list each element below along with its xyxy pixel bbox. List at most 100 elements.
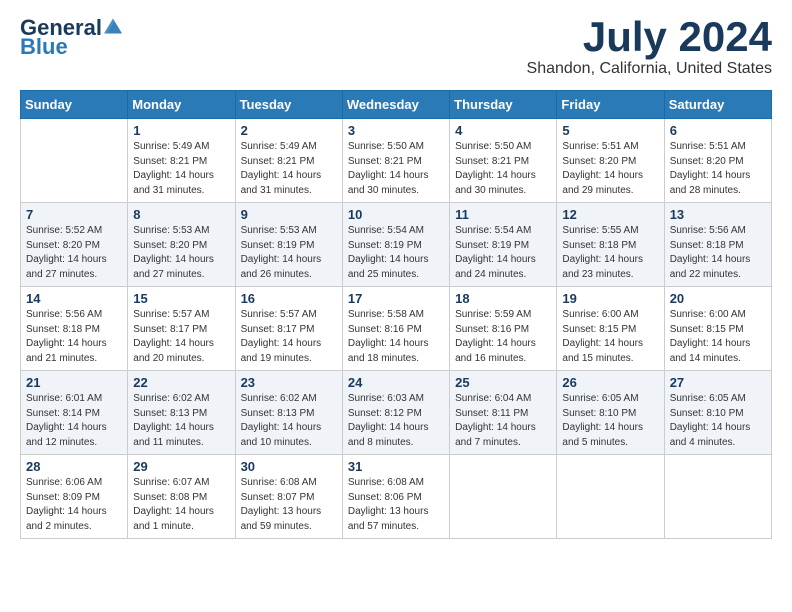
- day-number: 2: [241, 123, 337, 138]
- day-number: 25: [455, 375, 551, 390]
- day-info: Sunrise: 6:02 AM Sunset: 8:13 PM Dayligh…: [133, 392, 229, 450]
- day-info: Sunrise: 6:03 AM Sunset: 8:12 PM Dayligh…: [348, 392, 444, 450]
- calendar-cell: 2 Sunrise: 5:49 AM Sunset: 8:21 PM Daylig…: [235, 119, 342, 203]
- day-info: Sunrise: 6:07 AM Sunset: 8:08 PM Dayligh…: [133, 476, 229, 534]
- calendar-cell: 14 Sunrise: 5:56 AM Sunset: 8:18 PM Dayli…: [21, 287, 128, 371]
- weekday-header-sunday: Sunday: [21, 91, 128, 119]
- weekday-header-monday: Monday: [128, 91, 235, 119]
- day-info: Sunrise: 6:06 AM Sunset: 8:09 PM Dayligh…: [26, 476, 122, 534]
- day-info: Sunrise: 5:59 AM Sunset: 8:16 PM Dayligh…: [455, 308, 551, 366]
- calendar-cell: 15 Sunrise: 5:57 AM Sunset: 8:17 PM Dayli…: [128, 287, 235, 371]
- calendar-cell: 21 Sunrise: 6:01 AM Sunset: 8:14 PM Dayli…: [21, 371, 128, 455]
- calendar-cell: 18 Sunrise: 5:59 AM Sunset: 8:16 PM Dayli…: [450, 287, 557, 371]
- calendar-cell: 28 Sunrise: 6:06 AM Sunset: 8:09 PM Dayli…: [21, 455, 128, 539]
- day-info: Sunrise: 6:08 AM Sunset: 8:07 PM Dayligh…: [241, 476, 337, 534]
- day-number: 1: [133, 123, 229, 138]
- calendar-cell: 13 Sunrise: 5:56 AM Sunset: 8:18 PM Dayli…: [664, 203, 771, 287]
- day-number: 9: [241, 207, 337, 222]
- calendar-table: SundayMondayTuesdayWednesdayThursdayFrid…: [20, 90, 772, 539]
- day-info: Sunrise: 6:02 AM Sunset: 8:13 PM Dayligh…: [241, 392, 337, 450]
- calendar-cell: 22 Sunrise: 6:02 AM Sunset: 8:13 PM Dayli…: [128, 371, 235, 455]
- day-info: Sunrise: 6:05 AM Sunset: 8:10 PM Dayligh…: [562, 392, 658, 450]
- calendar-cell: 30 Sunrise: 6:08 AM Sunset: 8:07 PM Dayli…: [235, 455, 342, 539]
- day-info: Sunrise: 6:05 AM Sunset: 8:10 PM Dayligh…: [670, 392, 766, 450]
- day-number: 19: [562, 291, 658, 306]
- weekday-header-thursday: Thursday: [450, 91, 557, 119]
- day-info: Sunrise: 5:56 AM Sunset: 8:18 PM Dayligh…: [670, 224, 766, 282]
- day-info: Sunrise: 6:00 AM Sunset: 8:15 PM Dayligh…: [562, 308, 658, 366]
- day-number: 3: [348, 123, 444, 138]
- calendar-cell: [557, 455, 664, 539]
- day-number: 21: [26, 375, 122, 390]
- day-info: Sunrise: 5:50 AM Sunset: 8:21 PM Dayligh…: [348, 140, 444, 198]
- calendar-cell: 31 Sunrise: 6:08 AM Sunset: 8:06 PM Dayli…: [342, 455, 449, 539]
- calendar-week-row: 14 Sunrise: 5:56 AM Sunset: 8:18 PM Dayli…: [21, 287, 772, 371]
- calendar-cell: 6Sunrise: 5:51 AM Sunset: 8:20 PM Daylig…: [664, 119, 771, 203]
- day-number: 12: [562, 207, 658, 222]
- day-number: 23: [241, 375, 337, 390]
- calendar-cell: 17Sunrise: 5:58 AM Sunset: 8:16 PM Dayli…: [342, 287, 449, 371]
- weekday-header-tuesday: Tuesday: [235, 91, 342, 119]
- calendar-cell: 11Sunrise: 5:54 AM Sunset: 8:19 PM Dayli…: [450, 203, 557, 287]
- calendar-cell: [664, 455, 771, 539]
- day-number: 14: [26, 291, 122, 306]
- location-title: Shandon, California, United States: [527, 60, 772, 78]
- day-number: 28: [26, 459, 122, 474]
- calendar-cell: 1 Sunrise: 5:49 AM Sunset: 8:21 PM Daylig…: [128, 119, 235, 203]
- day-info: Sunrise: 6:08 AM Sunset: 8:06 PM Dayligh…: [348, 476, 444, 534]
- calendar-cell: 25 Sunrise: 6:04 AM Sunset: 8:11 PM Dayli…: [450, 371, 557, 455]
- day-info: Sunrise: 6:00 AM Sunset: 8:15 PM Dayligh…: [670, 308, 766, 366]
- calendar-cell: 27 Sunrise: 6:05 AM Sunset: 8:10 PM Dayli…: [664, 371, 771, 455]
- day-number: 26: [562, 375, 658, 390]
- day-number: 27: [670, 375, 766, 390]
- day-info: Sunrise: 5:49 AM Sunset: 8:21 PM Dayligh…: [241, 140, 337, 198]
- calendar-cell: 10Sunrise: 5:54 AM Sunset: 8:19 PM Dayli…: [342, 203, 449, 287]
- day-number: 18: [455, 291, 551, 306]
- calendar-cell: 4 Sunrise: 5:50 AM Sunset: 8:21 PM Daylig…: [450, 119, 557, 203]
- day-info: Sunrise: 5:49 AM Sunset: 8:21 PM Dayligh…: [133, 140, 229, 198]
- calendar-cell: 23 Sunrise: 6:02 AM Sunset: 8:13 PM Dayli…: [235, 371, 342, 455]
- calendar-cell: 19 Sunrise: 6:00 AM Sunset: 8:15 PM Dayli…: [557, 287, 664, 371]
- day-info: Sunrise: 5:51 AM Sunset: 8:20 PM Dayligh…: [670, 140, 766, 198]
- calendar-cell: 29Sunrise: 6:07 AM Sunset: 8:08 PM Dayli…: [128, 455, 235, 539]
- day-info: Sunrise: 5:51 AM Sunset: 8:20 PM Dayligh…: [562, 140, 658, 198]
- calendar-cell: 8Sunrise: 5:53 AM Sunset: 8:20 PM Daylig…: [128, 203, 235, 287]
- calendar-week-row: 28 Sunrise: 6:06 AM Sunset: 8:09 PM Dayli…: [21, 455, 772, 539]
- day-number: 20: [670, 291, 766, 306]
- logo: General Blue: [20, 16, 122, 58]
- calendar-cell: [450, 455, 557, 539]
- day-number: 13: [670, 207, 766, 222]
- day-info: Sunrise: 5:53 AM Sunset: 8:19 PM Dayligh…: [241, 224, 337, 282]
- calendar-cell: 26 Sunrise: 6:05 AM Sunset: 8:10 PM Dayli…: [557, 371, 664, 455]
- day-info: Sunrise: 5:55 AM Sunset: 8:18 PM Dayligh…: [562, 224, 658, 282]
- day-number: 15: [133, 291, 229, 306]
- title-block: July 2024 Shandon, California, United St…: [527, 16, 772, 78]
- page-header: General Blue July 2024 Shandon, Californ…: [20, 16, 772, 78]
- day-number: 24: [348, 375, 444, 390]
- logo-icon: [104, 17, 122, 35]
- month-title: July 2024: [527, 16, 772, 58]
- day-info: Sunrise: 6:04 AM Sunset: 8:11 PM Dayligh…: [455, 392, 551, 450]
- logo-blue-text: Blue: [20, 36, 68, 58]
- weekday-header-wednesday: Wednesday: [342, 91, 449, 119]
- day-number: 10: [348, 207, 444, 222]
- day-info: Sunrise: 5:56 AM Sunset: 8:18 PM Dayligh…: [26, 308, 122, 366]
- day-info: Sunrise: 6:01 AM Sunset: 8:14 PM Dayligh…: [26, 392, 122, 450]
- calendar-cell: 3 Sunrise: 5:50 AM Sunset: 8:21 PM Daylig…: [342, 119, 449, 203]
- calendar-cell: 7 Sunrise: 5:52 AM Sunset: 8:20 PM Daylig…: [21, 203, 128, 287]
- day-info: Sunrise: 5:50 AM Sunset: 8:21 PM Dayligh…: [455, 140, 551, 198]
- calendar-cell: [21, 119, 128, 203]
- day-number: 4: [455, 123, 551, 138]
- day-info: Sunrise: 5:52 AM Sunset: 8:20 PM Dayligh…: [26, 224, 122, 282]
- day-number: 22: [133, 375, 229, 390]
- day-number: 5: [562, 123, 658, 138]
- day-number: 11: [455, 207, 551, 222]
- day-number: 30: [241, 459, 337, 474]
- day-number: 17: [348, 291, 444, 306]
- day-number: 7: [26, 207, 122, 222]
- day-info: Sunrise: 5:57 AM Sunset: 8:17 PM Dayligh…: [133, 308, 229, 366]
- day-number: 16: [241, 291, 337, 306]
- calendar-week-row: 21 Sunrise: 6:01 AM Sunset: 8:14 PM Dayli…: [21, 371, 772, 455]
- day-number: 8: [133, 207, 229, 222]
- day-number: 31: [348, 459, 444, 474]
